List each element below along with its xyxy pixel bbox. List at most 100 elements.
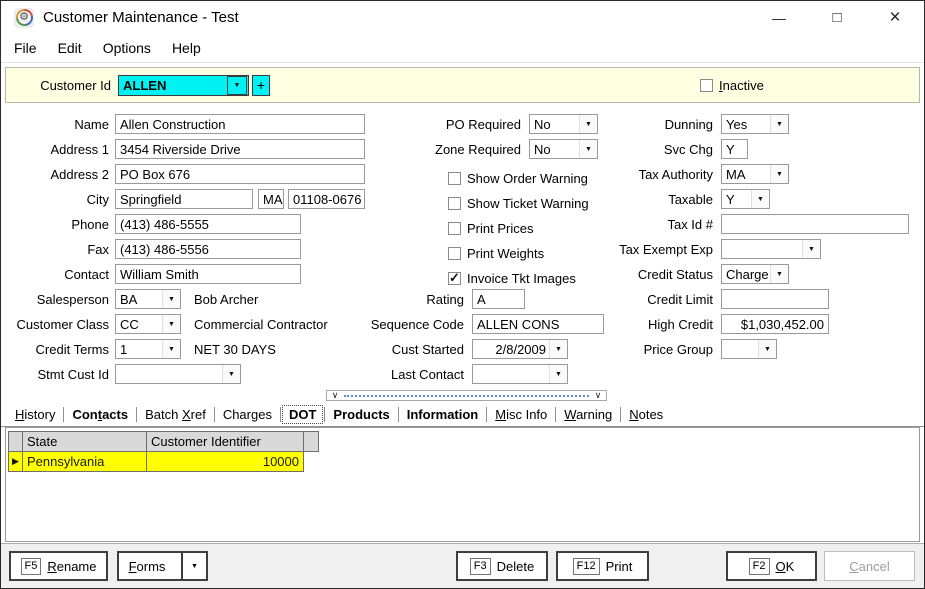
svc-chg-field[interactable]: Y xyxy=(721,139,748,159)
col-header-customer-identifier: Customer Identifier xyxy=(146,431,304,452)
credit-terms-select[interactable]: 1▼ xyxy=(115,339,181,359)
inactive-checkbox[interactable] xyxy=(700,79,713,92)
menu-edit[interactable]: Edit xyxy=(58,40,82,56)
tab-separator xyxy=(398,407,399,422)
collapse-splitter[interactable]: ∨ ∨ xyxy=(326,390,607,401)
show-ticket-warning-label: Show Ticket Warning xyxy=(467,196,589,211)
cust-started-datepicker[interactable]: 2/8/2009▼ xyxy=(472,339,568,359)
fax-field[interactable]: (413) 486-5556 xyxy=(115,239,301,259)
dot-grid: State Customer Identifier ▶ Pennsylvania… xyxy=(8,431,319,472)
high-credit-field[interactable]: $1,030,452.00 xyxy=(721,314,829,334)
sequence-code-field[interactable]: ALLEN CONS xyxy=(472,314,604,334)
tab-products[interactable]: Products xyxy=(327,406,395,423)
last-contact-datepicker[interactable]: ▼ xyxy=(472,364,568,384)
chevron-down-icon: ▼ xyxy=(162,340,180,358)
tab-contacts[interactable]: Contacts xyxy=(66,406,134,423)
tax-exempt-exp-select[interactable]: ▼ xyxy=(721,239,821,259)
chevron-down-icon: ▼ xyxy=(162,290,180,308)
tax-authority-select[interactable]: MA▼ xyxy=(721,164,789,184)
invoice-tkt-images-checkbox[interactable]: ✓ xyxy=(448,272,461,285)
tab-misc-info[interactable]: Misc Info xyxy=(489,406,553,423)
print-weights-label: Print Weights xyxy=(467,246,544,261)
chevron-down-icon: ▼ xyxy=(758,340,776,358)
salesperson-select[interactable]: BA▼ xyxy=(115,289,181,309)
inactive-label: Inactive xyxy=(719,78,764,93)
credit-limit-field[interactable] xyxy=(721,289,829,309)
zip-field[interactable]: 01108-0676 xyxy=(288,189,365,209)
f3-keycap: F3 xyxy=(470,558,491,575)
address1-field[interactable]: 3454 Riverside Drive xyxy=(115,139,365,159)
cell-customer-identifier[interactable]: 10000 xyxy=(146,451,304,472)
address2-field[interactable]: PO Box 676 xyxy=(115,164,365,184)
chevron-down-icon: ∨ xyxy=(327,391,343,400)
close-button[interactable]: × xyxy=(866,1,924,34)
menu-options[interactable]: Options xyxy=(103,40,151,56)
forms-button[interactable]: Forms ▼ xyxy=(117,551,208,581)
tab-batch-xref[interactable]: Batch Xref xyxy=(139,406,212,423)
cell-state[interactable]: Pennsylvania xyxy=(22,451,147,472)
tab-history[interactable]: History xyxy=(9,406,61,423)
chevron-down-icon: ▼ xyxy=(234,82,241,89)
customer-id-select[interactable]: ALLEN ▼ xyxy=(118,75,249,96)
chevron-down-icon: ▼ xyxy=(549,365,567,383)
footer-bar: F5 Rename Forms ▼ F3 Delete F12 Print F2… xyxy=(1,543,924,588)
tab-separator xyxy=(486,407,487,422)
delete-button[interactable]: F3 Delete xyxy=(456,551,548,581)
tab-charges[interactable]: Charges xyxy=(217,406,278,423)
phone-field[interactable]: (413) 486-5555 xyxy=(115,214,301,234)
address1-label: Address 1 xyxy=(1,142,109,157)
minimize-button[interactable]: — xyxy=(750,1,808,34)
customer-class-label: Customer Class xyxy=(1,317,109,332)
check-icon: ✓ xyxy=(449,270,460,286)
contact-field[interactable]: William Smith xyxy=(115,264,301,284)
maximize-button[interactable]: □ xyxy=(808,1,866,34)
tax-id-field[interactable] xyxy=(721,214,909,234)
address2-label: Address 2 xyxy=(1,167,109,182)
tab-information[interactable]: Information xyxy=(401,406,485,423)
print-prices-checkbox[interactable] xyxy=(448,222,461,235)
f12-keycap: F12 xyxy=(573,558,600,575)
city-field[interactable]: Springfield xyxy=(115,189,253,209)
customer-class-select[interactable]: CC▼ xyxy=(115,314,181,334)
tab-warning[interactable]: Warning xyxy=(558,406,618,423)
add-customer-button[interactable]: + xyxy=(252,75,270,96)
svc-chg-label: Svc Chg xyxy=(591,142,713,157)
tab-notes[interactable]: Notes xyxy=(623,406,669,423)
cancel-button[interactable]: Cancel xyxy=(824,551,915,581)
zone-required-select[interactable]: No▼ xyxy=(529,139,598,159)
rating-field[interactable]: A xyxy=(472,289,525,309)
customer-class-desc: Commercial Contractor xyxy=(194,317,328,332)
dunning-select[interactable]: Yes▼ xyxy=(721,114,789,134)
rating-label: Rating xyxy=(331,292,464,307)
name-field[interactable]: Allen Construction xyxy=(115,114,365,134)
phone-label: Phone xyxy=(1,217,109,232)
table-row[interactable]: ▶ Pennsylvania 10000 xyxy=(8,451,319,472)
show-ticket-warning-checkbox[interactable] xyxy=(448,197,461,210)
state-field[interactable]: MA xyxy=(258,189,284,209)
rename-button-label: Rename xyxy=(47,559,96,574)
window-title: Customer Maintenance - Test xyxy=(43,9,239,26)
customer-id-label: Customer Id xyxy=(6,78,111,93)
price-group-select[interactable]: ▼ xyxy=(721,339,777,359)
print-button[interactable]: F12 Print xyxy=(556,551,649,581)
customer-id-dropdown-button[interactable]: ▼ xyxy=(227,76,247,95)
forms-dropdown-button[interactable]: ▼ xyxy=(181,553,206,579)
rename-button[interactable]: F5 Rename xyxy=(9,551,108,581)
tab-dot[interactable]: DOT xyxy=(283,406,322,423)
stmt-cust-id-select[interactable]: ▼ xyxy=(115,364,241,384)
customer-maintenance-window: ⚙ Customer Maintenance - Test — □ × File… xyxy=(0,0,925,589)
credit-status-select[interactable]: Charge▼ xyxy=(721,264,789,284)
taxable-label: Taxable xyxy=(591,192,713,207)
menu-file[interactable]: File xyxy=(14,40,37,56)
ok-button[interactable]: F2 OK xyxy=(726,551,817,581)
tab-bar: History Contacts Batch Xref Charges DOT … xyxy=(1,402,924,427)
show-order-warning-checkbox[interactable] xyxy=(448,172,461,185)
po-required-select[interactable]: No▼ xyxy=(529,114,598,134)
taxable-select[interactable]: Y▼ xyxy=(721,189,770,209)
app-icon: ⚙ xyxy=(14,8,34,28)
menu-help[interactable]: Help xyxy=(172,40,201,56)
name-label: Name xyxy=(1,117,109,132)
stmt-cust-id-label: Stmt Cust Id xyxy=(1,367,109,382)
grid-corner-cell xyxy=(8,431,23,452)
print-weights-checkbox[interactable] xyxy=(448,247,461,260)
